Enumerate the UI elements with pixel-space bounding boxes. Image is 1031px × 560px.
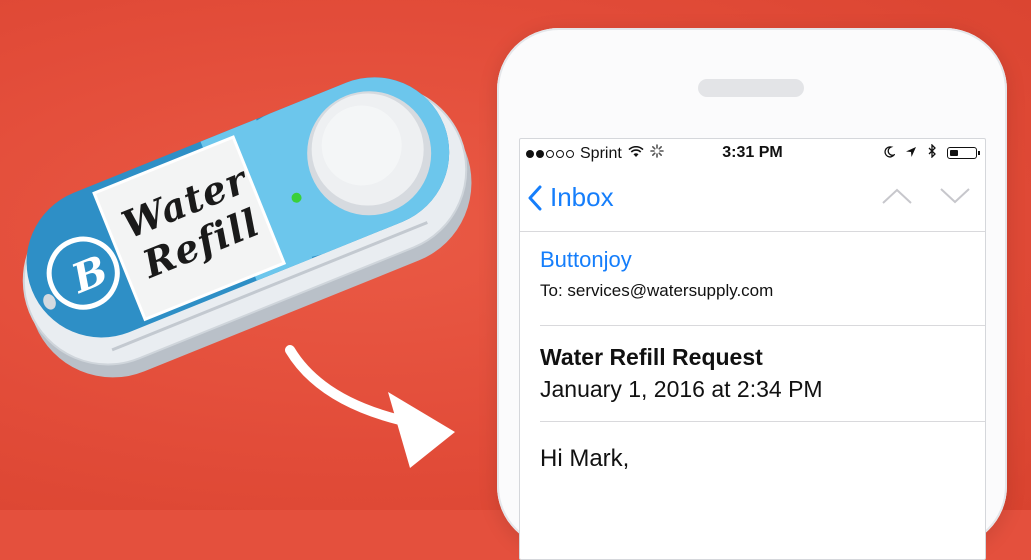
email-recipient: To: services@watersupply.com <box>540 281 774 300</box>
battery-icon <box>947 146 980 159</box>
chevron-up-icon <box>882 188 912 204</box>
moon-icon <box>883 145 896 161</box>
email-subject: Water Refill Request <box>540 344 763 370</box>
chevron-down-icon <box>940 188 970 204</box>
divider <box>540 421 985 422</box>
back-to-inbox-button[interactable]: Inbox <box>528 182 614 213</box>
mail-screen: Sprint 3:31 PM Inbox Buttonjoy To: servi… <box>519 138 986 560</box>
location-arrow-icon <box>905 145 917 161</box>
mail-nav-bar: Inbox <box>520 169 985 232</box>
email-sender[interactable]: Buttonjoy <box>540 247 632 273</box>
bluetooth-icon <box>927 143 937 161</box>
chevron-left-icon <box>528 185 542 210</box>
next-message-button[interactable] <box>939 187 971 210</box>
status-bar: Sprint 3:31 PM <box>520 139 985 169</box>
email-body-greeting: Hi Mark, <box>540 445 630 472</box>
back-label: Inbox <box>550 182 614 212</box>
email-date: January 1, 2016 at 2:34 PM <box>540 376 823 402</box>
iphone-mockup: Sprint 3:31 PM Inbox Buttonjoy To: servi… <box>497 28 1007 560</box>
previous-message-button[interactable] <box>881 187 913 210</box>
divider <box>540 325 985 326</box>
phone-speaker <box>698 79 804 97</box>
